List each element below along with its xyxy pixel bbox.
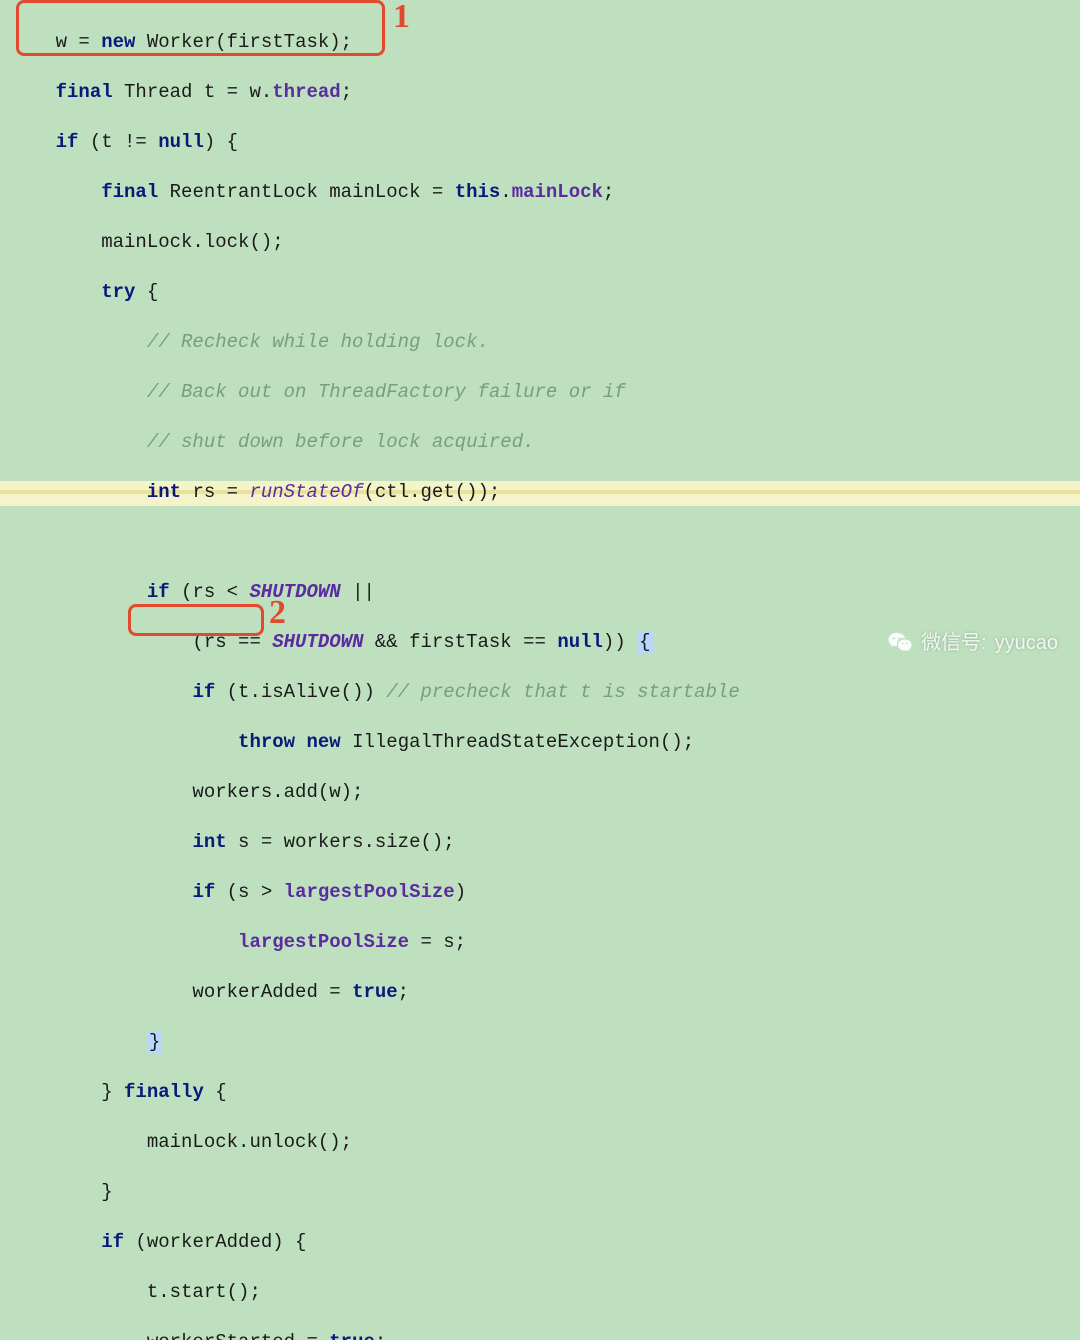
code-block: w = new Worker(firstTask); final Thread … (0, 0, 1080, 1340)
matched-brace: { (637, 631, 652, 653)
code-line: if (rs < SHUTDOWN || (0, 580, 1080, 605)
code-line: } (0, 1030, 1080, 1055)
code-line: workerStarted = true; (0, 1330, 1080, 1340)
code-line: int s = workers.size(); (0, 830, 1080, 855)
code-line: final ReentrantLock mainLock = this.main… (0, 180, 1080, 205)
code-line (0, 530, 1080, 555)
annotation-label-2: 2 (269, 600, 286, 625)
wechat-icon (887, 630, 913, 656)
code-line: // Back out on ThreadFactory failure or … (0, 380, 1080, 405)
code-line: workers.add(w); (0, 780, 1080, 805)
code-line: final Thread t = w.thread; (0, 80, 1080, 105)
code-line: try { (0, 280, 1080, 305)
code-line: } (0, 1180, 1080, 1205)
code-line: t.start(); (0, 1280, 1080, 1305)
code-line: mainLock.lock(); (0, 230, 1080, 255)
code-line: if (s > largestPoolSize) (0, 880, 1080, 905)
watermark-id: yyucao (995, 631, 1058, 656)
code-line: workerAdded = true; (0, 980, 1080, 1005)
code-line: if (t.isAlive()) // precheck that t is s… (0, 680, 1080, 705)
code-line: throw new IllegalThreadStateException(); (0, 730, 1080, 755)
code-line: } finally { (0, 1080, 1080, 1105)
code-line: // shut down before lock acquired. (0, 430, 1080, 455)
wechat-watermark: 微信号: yyucao (887, 630, 1058, 656)
annotation-label-1: 1 (393, 4, 410, 29)
matched-brace: } (147, 1031, 162, 1053)
code-line: // Recheck while holding lock. (0, 330, 1080, 355)
code-line: if (t != null) { (0, 130, 1080, 155)
code-line: mainLock.unlock(); (0, 1130, 1080, 1155)
code-line: if (workerAdded) { (0, 1230, 1080, 1255)
watermark-prefix: 微信号: (921, 631, 987, 656)
code-line: largestPoolSize = s; (0, 930, 1080, 955)
code-line: w = new Worker(firstTask); (0, 30, 1080, 55)
code-line: int rs = runStateOf(ctl.get()); (0, 480, 1080, 505)
